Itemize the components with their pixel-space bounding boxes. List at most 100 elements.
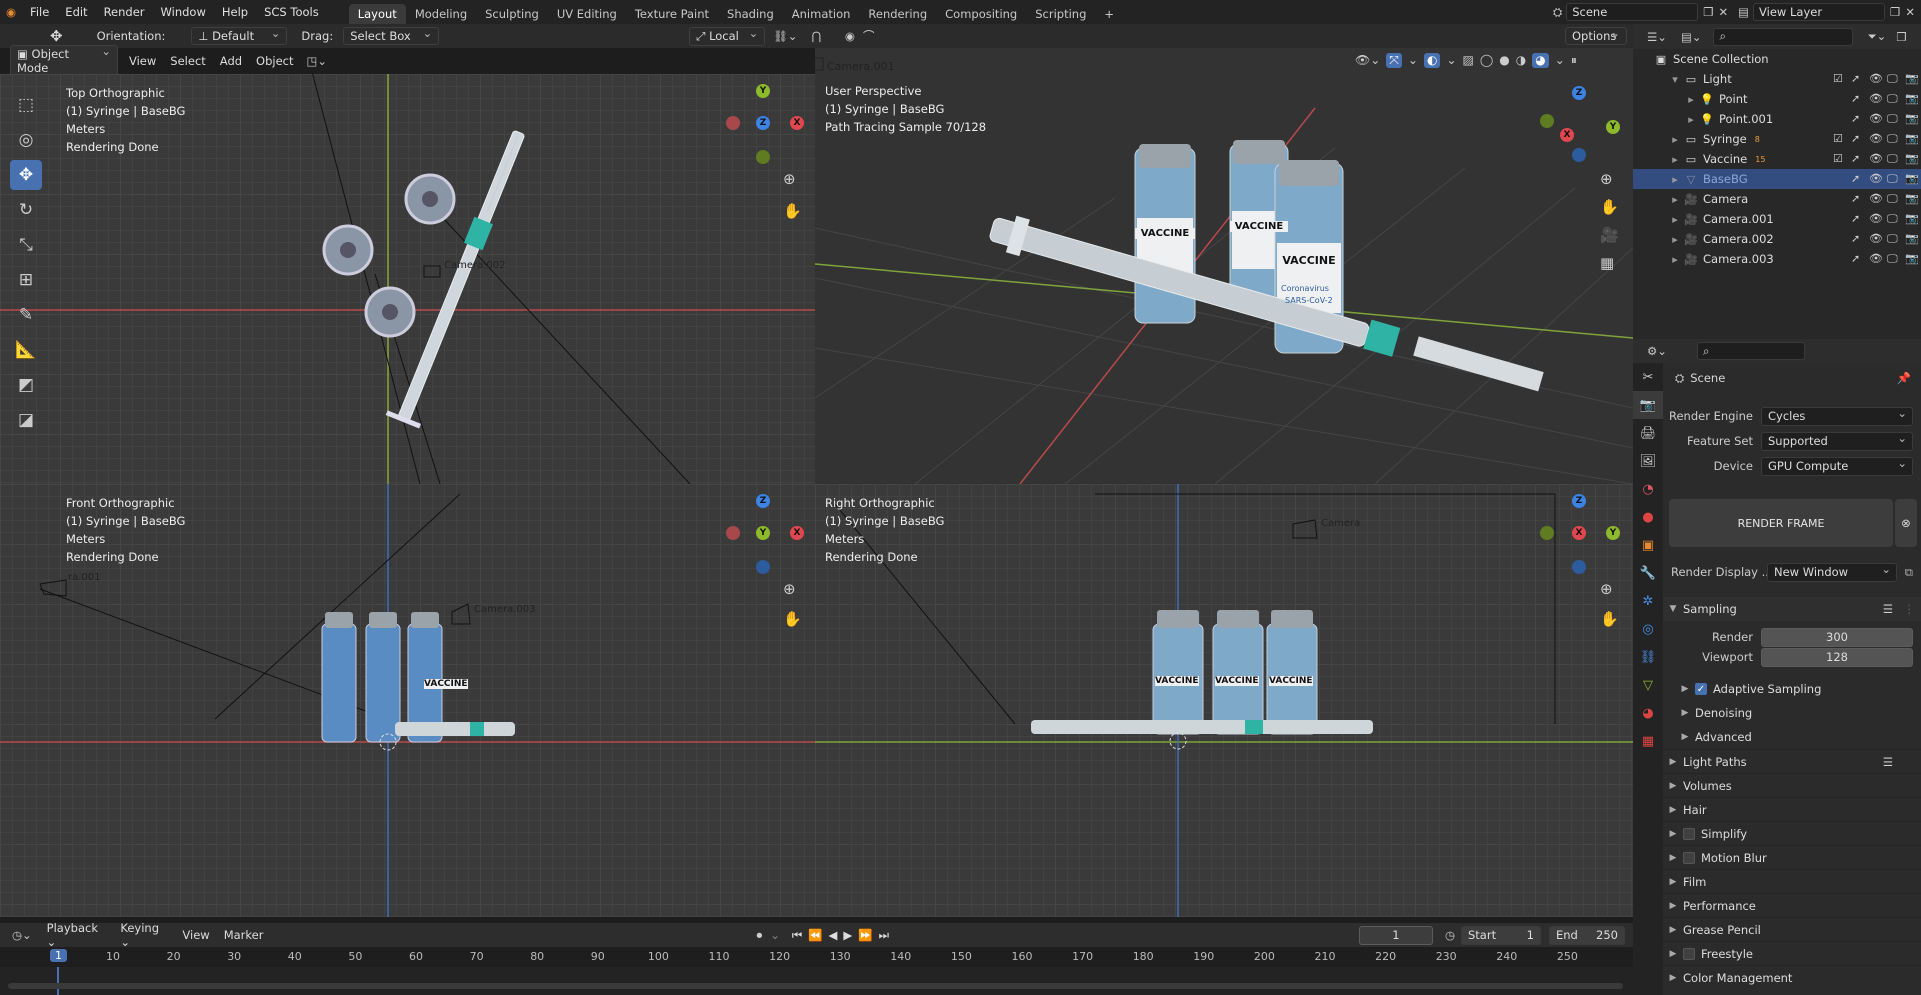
current-frame-field[interactable]: 1 — [1358, 925, 1433, 945]
pivot-dropdown[interactable]: ⤢ Local — [689, 26, 766, 46]
view-menu[interactable]: View — [175, 926, 216, 944]
eye-icon[interactable]: 👁 — [1869, 92, 1883, 106]
eye-icon[interactable]: 👁 — [1869, 152, 1883, 166]
proportional-edit-icon[interactable]: ◉ — [845, 29, 855, 43]
panel-freestyle[interactable]: ▶ Freestyle — [1663, 941, 1921, 965]
snap-icon[interactable]: ⛓⌄ — [773, 29, 797, 43]
panel-enable-checkbox[interactable] — [1683, 827, 1695, 840]
render-samples-field[interactable]: 300 — [1761, 627, 1913, 647]
data-tab-icon[interactable]: ▽ — [1633, 671, 1663, 699]
exclude-checkbox-icon[interactable] — [1833, 192, 1845, 206]
select-arrow-icon[interactable]: ➚ — [1851, 252, 1863, 266]
viewport-monitor-icon[interactable]: 🖵 — [1887, 152, 1899, 166]
list-icon[interactable]: ☰ — [1883, 602, 1893, 616]
select-arrow-icon[interactable]: ➚ — [1851, 152, 1863, 166]
pan-hand-icon[interactable]: ✋ — [1600, 198, 1619, 216]
outliner-item-vaccine[interactable]: ▸ ▭ Vaccine 15 ☑ ➚ 👁 🖵 📷 — [1633, 149, 1921, 169]
eye-icon[interactable]: 👁 — [1869, 252, 1883, 266]
gizmo-y[interactable]: Y — [1606, 526, 1620, 540]
tab-uv-editing[interactable]: UV Editing — [548, 4, 626, 24]
editor-type-icon[interactable]: ⚙⌄ — [1647, 344, 1667, 358]
tab-rendering[interactable]: Rendering — [859, 4, 936, 24]
render-camera-icon[interactable]: 📷 — [1905, 152, 1919, 166]
viewport-monitor-icon[interactable]: 🖵 — [1887, 232, 1899, 246]
view-layer-field[interactable]: View Layer — [1753, 3, 1886, 21]
next-keyframe-icon[interactable]: ⏩ — [858, 928, 872, 942]
scene-field[interactable]: Scene — [1566, 3, 1699, 21]
viewport-top-ortho[interactable]: Camera.002 Top Orthographic (1) Syringe … — [0, 74, 815, 484]
exclude-checkbox-icon[interactable] — [1833, 112, 1845, 126]
panel-volumes[interactable]: ▶ Volumes — [1663, 773, 1921, 797]
select-arrow-icon[interactable]: ➚ — [1851, 192, 1863, 206]
expand-arrow-icon[interactable]: ▸ — [1667, 133, 1683, 146]
record-icon[interactable]: ⏺ — [756, 928, 762, 943]
material-shading-icon[interactable]: ◑ — [1516, 53, 1526, 68]
pause-render-icon[interactable]: ⏸ — [1571, 53, 1577, 68]
outliner-item-camera-001[interactable]: ▸ 🎥 Camera.001 ➚ 👁 🖵 📷 — [1633, 209, 1921, 229]
viewport-monitor-icon[interactable]: 🖵 — [1887, 132, 1899, 146]
panel-motion-blur[interactable]: ▶ Motion Blur — [1663, 845, 1921, 869]
texture-tab-icon[interactable]: ▦ — [1633, 727, 1663, 755]
zoom-icon[interactable]: ⊕ — [783, 170, 796, 188]
viewport-front-ortho[interactable]: VACCINE Camera.003 ra.001 Front Orthogra… — [0, 484, 815, 917]
magnet-icon[interactable]: ⋂ — [811, 29, 820, 43]
marker-menu[interactable]: Marker — [217, 926, 271, 944]
orientation-dropdown[interactable]: ⊥ Default — [191, 26, 288, 45]
outliner-item-point-001[interactable]: ▸ 💡 Point.001 ➚ 👁 🖵 📷 — [1633, 109, 1921, 129]
render-camera-icon[interactable]: 📷 — [1905, 72, 1919, 86]
gizmo-y[interactable]: Y — [756, 526, 770, 540]
blender-logo-icon[interactable]: ◉ — [0, 0, 22, 24]
adaptive-sampling-header[interactable]: ▶ ✓ Adaptive Sampling — [1663, 677, 1921, 701]
expand-arrow-icon[interactable]: ▸ — [1667, 253, 1683, 266]
gizmo-x[interactable]: X — [1572, 526, 1586, 540]
expand-arrow-icon[interactable]: ▸ — [1667, 153, 1683, 166]
overlay-icon[interactable]: ◐ — [1423, 53, 1441, 68]
viewport-samples-field[interactable]: 128 — [1761, 647, 1913, 667]
eye-icon[interactable]: 👁 — [1869, 172, 1883, 186]
physics-tab-icon[interactable]: ◎ — [1633, 615, 1663, 643]
gizmo-y[interactable]: Y — [756, 84, 770, 98]
editor-type-icon[interactable]: ◷⌄ — [12, 928, 32, 942]
viewport-right-ortho[interactable]: VACCINE VACCINE VACCINE Camera Right Ort… — [815, 484, 1633, 917]
viewport-perspective[interactable]: VACCINE VACCINE VACCINE Coronavirus SARS… — [815, 48, 1633, 484]
rendered-shading-icon[interactable]: ◕ — [1532, 53, 1549, 68]
menu-window[interactable]: Window — [153, 0, 214, 24]
drag-dropdown[interactable]: Select Box — [343, 26, 440, 45]
gizmo-neg-y[interactable] — [1540, 526, 1554, 540]
tab-texture-paint[interactable]: Texture Paint — [626, 4, 718, 24]
move-icon[interactable]: ✥ — [10, 160, 42, 190]
viewport-monitor-icon[interactable]: 🖵 — [1887, 72, 1899, 86]
modifier-tab-icon[interactable]: 🔧 — [1633, 559, 1663, 587]
exclude-checkbox-icon[interactable] — [1833, 172, 1845, 186]
pan-hand-icon[interactable]: ✋ — [1600, 610, 1619, 628]
gizmo-z[interactable]: Z — [1572, 86, 1586, 100]
falloff-icon[interactable]: ⌒ — [863, 28, 875, 44]
output-tab-icon[interactable]: 🖨 — [1633, 419, 1663, 447]
properties-search[interactable]: ⌕ — [1696, 342, 1805, 360]
zoom-icon[interactable]: ⊕ — [1600, 580, 1613, 598]
gizmo-z[interactable]: Z — [756, 494, 770, 508]
select-arrow-icon[interactable]: ➚ — [1851, 172, 1863, 186]
play-reverse-icon[interactable]: ◀ — [829, 928, 838, 942]
ortho-toggle-icon[interactable]: ▦ — [1600, 254, 1614, 272]
expand-arrow-icon[interactable]: ▸ — [1683, 113, 1699, 126]
panel-enable-checkbox[interactable] — [1683, 851, 1695, 864]
outliner-item-basebg[interactable]: ▸ ▽ BaseBG ➚ 👁 🖵 📷 — [1633, 169, 1921, 189]
zoom-icon[interactable]: ⊕ — [783, 580, 796, 598]
auto-keying-icon[interactable]: ◷ — [1445, 928, 1455, 942]
close-view-layer-icon[interactable]: ✕ — [1905, 5, 1915, 19]
constraints-tab-icon[interactable]: ⛓ — [1633, 643, 1663, 671]
select-arrow-icon[interactable]: ➚ — [1851, 112, 1863, 126]
scale-icon[interactable]: ⤡ — [10, 230, 42, 260]
camera-view-icon[interactable]: 🎥 — [1600, 226, 1619, 244]
display-mode-icon[interactable]: ▤⌄ — [1681, 30, 1702, 44]
viewport-monitor-icon[interactable]: 🖵 — [1887, 212, 1899, 226]
viewport-monitor-icon[interactable]: 🖵 — [1887, 252, 1899, 266]
viewport-monitor-icon[interactable]: 🖵 — [1887, 172, 1899, 186]
timeline-ruler[interactable]: 10 20 30 40 50 60 70 80 90 100 110 120 130 140 150 160 1… — [0, 947, 1633, 967]
select-box-icon[interactable]: ⬚ — [10, 90, 42, 120]
outliner-item-syringe[interactable]: ▸ ▭ Syringe 8 ☑ ➚ 👁 🖵 📷 — [1633, 129, 1921, 149]
eye-icon[interactable]: 👁 — [1869, 192, 1883, 206]
editor-type-icon[interactable]: ☰⌄ — [1647, 30, 1667, 44]
exclude-checkbox-icon[interactable] — [1833, 212, 1845, 226]
